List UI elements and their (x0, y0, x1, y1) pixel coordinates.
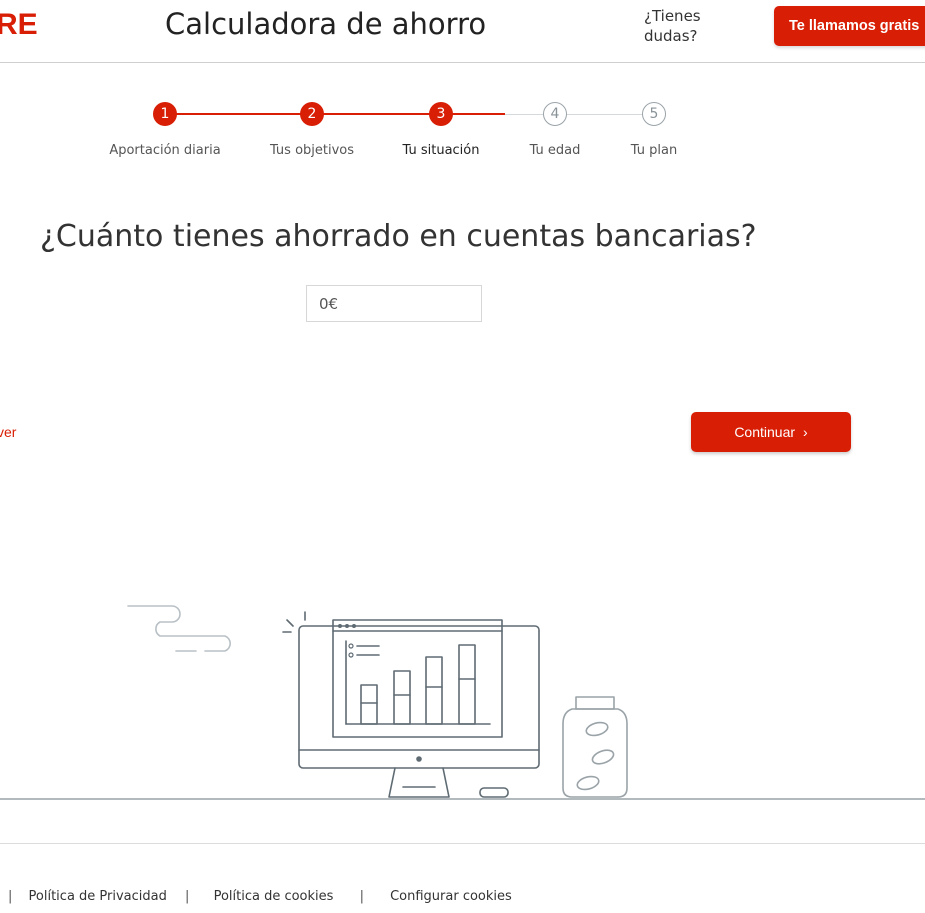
mouse-icon (479, 787, 509, 798)
back-link[interactable]: ver (0, 424, 16, 440)
step-3-circle: 3 (429, 102, 453, 126)
step-1-label: Aportación diaria (109, 143, 221, 158)
footer-separator: | (8, 889, 13, 904)
step-4-circle: 4 (543, 102, 567, 126)
step-connector-todo (505, 114, 655, 115)
footer-divider (0, 843, 925, 844)
step-4-label: Tu edad (529, 143, 581, 158)
configure-cookies-link[interactable]: Configurar cookies (390, 889, 512, 904)
monitor-icon (298, 619, 540, 798)
step-5-circle: 5 (642, 102, 666, 126)
continue-label: Continuar (734, 424, 796, 440)
call-me-button[interactable]: Te llamamos gratis (774, 6, 925, 46)
savings-illustration (0, 605, 925, 800)
footer-separator: | (185, 889, 190, 904)
step-5-label: Tu plan (630, 143, 678, 158)
step-1-circle: 1 (153, 102, 177, 126)
footer-links: | Política de Privacidad | Política de c… (0, 889, 512, 904)
privacy-policy-link[interactable]: Política de Privacidad (29, 889, 167, 904)
cookies-policy-link[interactable]: Política de cookies (214, 889, 334, 904)
header: RE Calculadora de ahorro ¿Tienes dudas? … (0, 0, 925, 63)
step-2-circle: 2 (300, 102, 324, 126)
sparkle-icon (282, 611, 306, 633)
savings-amount-input[interactable] (306, 285, 482, 322)
brand-logo[interactable]: RE (0, 8, 38, 42)
coin-jar-icon (562, 696, 628, 798)
chevron-right-icon: › (803, 424, 808, 440)
page-title: Calculadora de ahorro (165, 7, 487, 41)
step-3-label: Tu situación (402, 143, 480, 158)
help-link[interactable]: ¿Tienes dudas? (644, 6, 714, 46)
wind-lines-icon (127, 605, 231, 652)
step-connector-done (165, 113, 505, 115)
continue-button[interactable]: Continuar › (691, 412, 851, 452)
footer-separator: | (359, 889, 364, 904)
step-2-label: Tus objetivos (269, 143, 355, 158)
question-heading: ¿Cuánto tienes ahorrado en cuentas banca… (40, 219, 757, 254)
